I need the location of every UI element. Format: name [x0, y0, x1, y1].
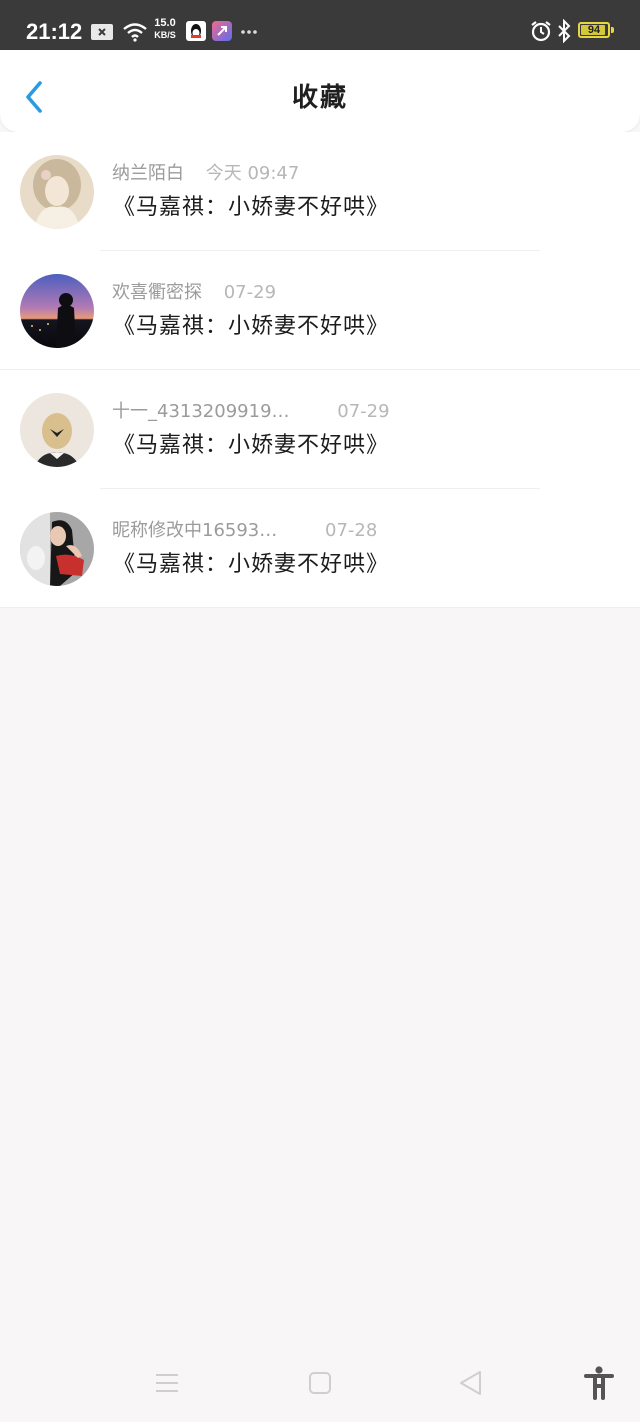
- favorites-list: 纳兰陌白 今天 09:47 《马嘉祺：小娇妻不好哄》 欢喜衢密探 07-29 《…: [0, 132, 640, 608]
- item-date: 07-29: [337, 401, 390, 422]
- battery-icon: 94: [578, 22, 610, 38]
- page-title: 收藏: [291, 83, 348, 113]
- username[interactable]: 十一_4313209919…: [112, 401, 290, 422]
- avatar[interactable]: [20, 274, 94, 348]
- bluetooth-icon: [558, 19, 571, 43]
- app-icon: [212, 21, 232, 41]
- net-speed-unit: KB/S: [154, 30, 176, 40]
- item-title[interactable]: 《马嘉祺：小娇妻不好哄》: [113, 430, 389, 462]
- item-date: 今天 09:47: [205, 163, 300, 184]
- item-date: 07-28: [325, 520, 378, 541]
- username[interactable]: 欢喜衢密探: [112, 282, 202, 303]
- item-meta: 欢喜衢密探 07-29: [112, 280, 276, 306]
- notification-x-icon: [91, 24, 113, 40]
- more-dots-icon: [241, 30, 257, 34]
- item-title[interactable]: 《马嘉祺：小娇妻不好哄》: [113, 192, 389, 224]
- status-bar: 21:12 15.0 KB/S 94: [0, 0, 640, 50]
- accessibility-icon[interactable]: [584, 1366, 614, 1400]
- home-square-icon[interactable]: [308, 1371, 332, 1395]
- battery-level: 94: [587, 24, 601, 36]
- back-triangle-icon[interactable]: [458, 1370, 484, 1396]
- avatar[interactable]: [20, 512, 94, 586]
- list-item[interactable]: 昵称修改中16593… 07-28 《马嘉祺：小娇妻不好哄》: [0, 489, 640, 608]
- item-meta: 昵称修改中16593… 07-28: [112, 518, 377, 544]
- list-item[interactable]: 欢喜衢密探 07-29 《马嘉祺：小娇妻不好哄》: [0, 251, 640, 370]
- net-speed-value: 15.0: [154, 17, 176, 29]
- username[interactable]: 昵称修改中16593…: [112, 520, 277, 541]
- alarm-icon: [531, 21, 551, 42]
- list-item[interactable]: 纳兰陌白 今天 09:47 《马嘉祺：小娇妻不好哄》: [0, 132, 640, 251]
- network-speed: 15.0 KB/S: [152, 18, 178, 41]
- list-item[interactable]: 十一_4313209919… 07-29 《马嘉祺：小娇妻不好哄》: [0, 370, 640, 489]
- item-title[interactable]: 《马嘉祺：小娇妻不好哄》: [113, 311, 389, 343]
- avatar[interactable]: [20, 393, 94, 467]
- divider: [0, 607, 640, 608]
- menu-icon[interactable]: [154, 1372, 180, 1394]
- header: 收藏: [0, 50, 640, 132]
- battery-tip: [611, 27, 614, 33]
- status-time: 21:12: [26, 19, 83, 44]
- avatar[interactable]: [20, 155, 94, 229]
- item-date: 07-29: [223, 282, 277, 303]
- item-title[interactable]: 《马嘉祺：小娇妻不好哄》: [113, 549, 389, 581]
- username[interactable]: 纳兰陌白: [112, 163, 184, 184]
- wifi-icon: [123, 23, 147, 42]
- qq-app-icon: [186, 21, 206, 41]
- item-meta: 纳兰陌白 今天 09:47: [112, 161, 299, 187]
- navigation-bar: [0, 1352, 640, 1422]
- item-meta: 十一_4313209919… 07-29: [112, 399, 390, 425]
